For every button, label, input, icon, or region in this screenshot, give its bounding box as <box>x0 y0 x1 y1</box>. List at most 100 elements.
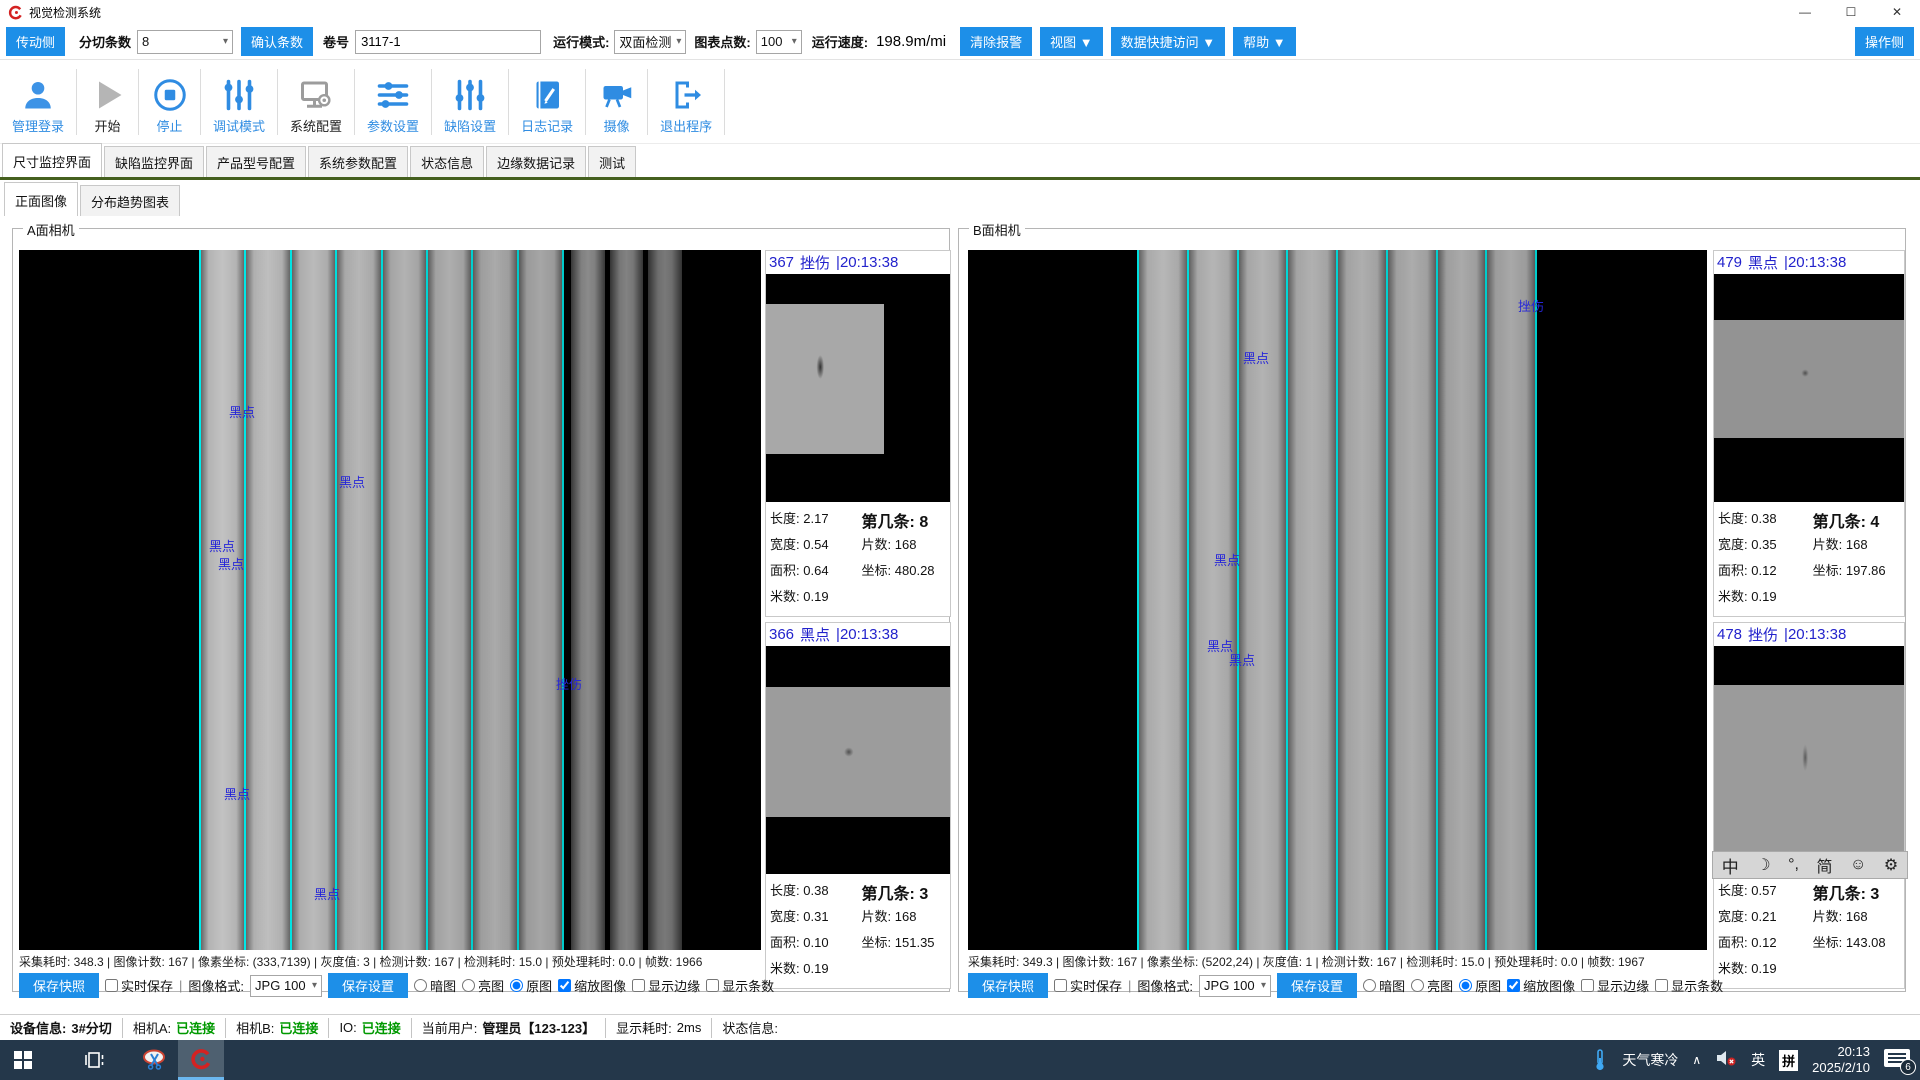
sliders-vertical-icon <box>221 77 257 113</box>
clear-alarm-button[interactable]: 清除报警 <box>960 27 1032 56</box>
defect-pieces: 168 <box>895 537 917 552</box>
show-count-checkbox[interactable]: 显示条数 <box>1655 976 1723 995</box>
realtime-save-checkbox[interactable]: 实时保存 <box>1054 976 1122 995</box>
defect-image-region <box>766 687 950 817</box>
admin-login-button[interactable]: 管理登录 <box>0 69 77 135</box>
ime-pinyin-indicator[interactable]: 拼 <box>1779 1050 1798 1071</box>
defect-thumbnail[interactable] <box>1714 646 1904 874</box>
window-title: 视觉检测系统 <box>29 4 101 21</box>
slit-count-select[interactable]: 8▾ <box>137 30 233 54</box>
show-count-checkbox[interactable]: 显示条数 <box>706 976 774 995</box>
system-config-button[interactable]: 系统配置 <box>278 69 355 135</box>
defect-thumbnail[interactable] <box>766 646 950 874</box>
defect-strip-number: 3 <box>1870 886 1879 903</box>
image-format-select[interactable]: JPG 100▾ <box>250 975 322 997</box>
tab-test[interactable]: 测试 <box>588 146 636 177</box>
zoom-image-checkbox[interactable]: 缩放图像 <box>558 976 626 995</box>
app-window: 视觉检测系统 — ☐ ✕ 传动侧 分切条数 8▾ 确认条数 卷号 运行模式: 双… <box>0 0 1920 1080</box>
original-image-radio[interactable]: 原图 <box>1459 976 1501 995</box>
confirm-count-button[interactable]: 确认条数 <box>241 27 313 56</box>
tab-system-param-config[interactable]: 系统参数配置 <box>308 146 408 177</box>
show-edge-checkbox[interactable]: 显示边缘 <box>1581 976 1649 995</box>
view-menu-button[interactable]: 视图 ▼ <box>1040 27 1102 56</box>
tab-status-info[interactable]: 状态信息 <box>410 146 484 177</box>
show-edge-checkbox[interactable]: 显示边缘 <box>632 976 700 995</box>
chart-points-select[interactable]: 100▾ <box>756 30 802 54</box>
zoom-image-checkbox[interactable]: 缩放图像 <box>1507 976 1575 995</box>
inspection-app-taskbar-button[interactable] <box>178 1040 224 1080</box>
bright-image-radio[interactable]: 亮图 <box>1411 976 1453 995</box>
defect-thumbnail[interactable] <box>766 274 950 502</box>
ime-settings-icon[interactable]: ⚙ <box>1884 855 1898 875</box>
weather-status[interactable]: 天气寒冷 <box>1622 1050 1678 1070</box>
current-user-label: 当前用户: <box>422 1018 478 1037</box>
help-menu-button[interactable]: 帮助 ▼ <box>1233 27 1295 56</box>
ime-punctuation-icon[interactable]: °, <box>1788 856 1799 874</box>
original-image-radio[interactable]: 原图 <box>510 976 552 995</box>
parameter-settings-button[interactable]: 参数设置 <box>355 69 432 135</box>
subtab-front-image[interactable]: 正面图像 <box>4 182 78 216</box>
subtab-trend-chart[interactable]: 分布趋势图表 <box>80 185 180 216</box>
close-button[interactable]: ✕ <box>1874 0 1920 24</box>
strip-zone <box>571 250 687 950</box>
slit-count-label: 分切条数 <box>79 32 131 51</box>
log-record-button[interactable]: 日志记录 <box>509 69 586 135</box>
exit-program-button[interactable]: 退出程序 <box>648 69 725 135</box>
dark-image-radio[interactable]: 暗图 <box>1363 976 1405 995</box>
maximize-button[interactable]: ☐ <box>1828 0 1874 24</box>
realtime-save-checkbox[interactable]: 实时保存 <box>105 976 173 995</box>
run-mode-select[interactable]: 双面检测▾ <box>614 30 686 54</box>
bright-image-radio[interactable]: 亮图 <box>462 976 504 995</box>
device-status-bar: 设备信息:3#分切 相机A:已连接 相机B:已连接 IO:已连接 当前用户:管理… <box>0 1014 1920 1040</box>
checkbox[interactable] <box>105 979 118 992</box>
ime-fullhalf-moon-icon[interactable]: ☽ <box>1756 855 1770 875</box>
taskbar-time: 20:13 <box>1812 1044 1870 1060</box>
start-button[interactable]: 开始 <box>77 69 139 135</box>
notification-center-button[interactable]: 6 <box>1884 1049 1910 1071</box>
defect-id: 367 <box>769 254 794 271</box>
camera-a-image[interactable]: 黑点黑点黑点黑点挫伤黑点黑点 <box>19 250 761 950</box>
monitor-gear-icon <box>298 77 334 113</box>
ime-emoji-icon[interactable]: ☺ <box>1850 856 1866 874</box>
tab-defect-monitor[interactable]: 缺陷监控界面 <box>104 146 204 177</box>
clock[interactable]: 20:13 2025/2/10 <box>1812 1044 1870 1077</box>
tab-size-monitor[interactable]: 尺寸监控界面 <box>2 143 102 177</box>
material-strip <box>1286 250 1336 950</box>
dark-image-radio[interactable]: 暗图 <box>414 976 456 995</box>
save-settings-button[interactable]: 保存设置 <box>328 973 408 998</box>
hidden-icons-chevron[interactable]: ∧ <box>1692 1053 1701 1067</box>
task-view-button[interactable] <box>72 1040 118 1080</box>
defect-coord: 197.86 <box>1846 563 1886 578</box>
roll-number-input[interactable] <box>355 30 541 54</box>
tab-edge-data-record[interactable]: 边缘数据记录 <box>486 146 586 177</box>
tab-product-model-config[interactable]: 产品型号配置 <box>206 146 306 177</box>
save-snapshot-button[interactable]: 保存快照 <box>19 973 99 998</box>
material-strip <box>1386 250 1436 950</box>
volume-muted-icon[interactable] <box>1715 1049 1737 1072</box>
snipping-tool-button[interactable] <box>132 1040 178 1080</box>
defect-overlay-label: 黑点 <box>1243 348 1269 367</box>
save-settings-button[interactable]: 保存设置 <box>1277 973 1357 998</box>
start-button[interactable] <box>0 1040 46 1080</box>
debug-mode-button[interactable]: 调试模式 <box>201 69 278 135</box>
current-user-value: 管理员【123-123】 <box>482 1018 595 1037</box>
stop-button[interactable]: 停止 <box>139 69 201 135</box>
data-quick-access-menu-button[interactable]: 数据快捷访问 ▼ <box>1111 27 1225 56</box>
ime-simplified-mode[interactable]: 简 <box>1816 853 1832 877</box>
image-format-select[interactable]: JPG 100▾ <box>1199 975 1271 997</box>
language-indicator[interactable]: 英 <box>1751 1050 1765 1070</box>
defect-thumbnail[interactable] <box>1714 274 1904 502</box>
defect-width: 0.21 <box>1751 909 1776 924</box>
taskbar: 天气寒冷 ∧ 英 拼 20:13 2025/2/10 6 <box>0 1040 1920 1080</box>
minimize-button[interactable]: — <box>1782 0 1828 24</box>
defect-card: 367 挫伤 |20:13:38 长度: 2.17 宽度: 0.54 面积: 0… <box>765 250 951 617</box>
material-strip <box>1336 250 1386 950</box>
ime-chinese-mode[interactable]: 中 <box>1722 853 1739 878</box>
drive-side-button[interactable]: 传动侧 <box>6 27 65 56</box>
save-snapshot-button[interactable]: 保存快照 <box>968 973 1048 998</box>
operate-side-button[interactable]: 操作侧 <box>1855 27 1914 56</box>
log-book-icon <box>529 77 565 113</box>
defect-settings-button[interactable]: 缺陷设置 <box>432 69 509 135</box>
camera-capture-button[interactable]: 摄像 <box>586 69 648 135</box>
camera-b-image[interactable]: 挫伤黑点黑点黑点黑点 <box>968 250 1707 950</box>
